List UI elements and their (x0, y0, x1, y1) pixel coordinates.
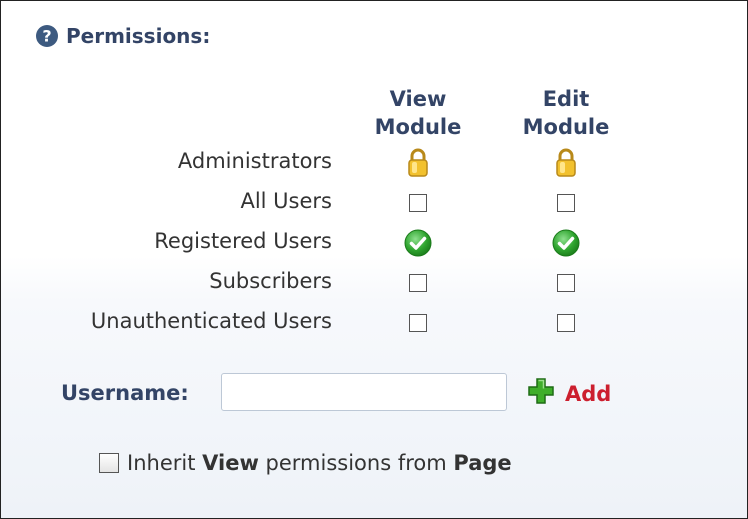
column-header-line: Module (522, 115, 610, 139)
view-permission-cell[interactable] (402, 187, 434, 219)
inherit-permissions-row: Inherit View permissions from Page (99, 451, 512, 475)
username-label: Username: (61, 381, 189, 405)
svg-text:?: ? (42, 27, 51, 46)
add-button[interactable]: Add (527, 373, 611, 409)
edit-permission-cell[interactable] (550, 187, 582, 219)
column-header-line: View (389, 87, 447, 111)
view-permission-cell[interactable] (402, 307, 434, 339)
section-title-text: Permissions: (66, 24, 211, 48)
view-permission-cell[interactable] (402, 267, 434, 299)
lock-icon (550, 147, 582, 179)
inherit-text-prefix: Inherit (127, 451, 203, 475)
inherit-text-view: View (202, 451, 259, 475)
edit-permission-checkbox[interactable] (557, 194, 575, 212)
role-row-all-users: All Users (1, 187, 741, 219)
role-row-unauthenticated-users: Unauthenticated Users (1, 307, 741, 339)
view-permission-checkbox[interactable] (409, 314, 427, 332)
column-header-line: Edit (542, 87, 590, 111)
role-label: Subscribers (209, 269, 332, 293)
green-plus-icon[interactable] (527, 377, 555, 405)
inherit-permissions-label[interactable]: Inherit View permissions from Page (127, 451, 512, 475)
role-row-administrators: Administrators (1, 147, 741, 179)
column-header-edit-module: Edit Module (506, 85, 626, 141)
edit-permission-checkbox[interactable] (557, 314, 575, 332)
edit-permission-checkbox[interactable] (557, 274, 575, 292)
role-label: Administrators (177, 149, 332, 173)
edit-permission-cell[interactable] (550, 267, 582, 299)
section-title: ? Permissions: (35, 23, 210, 49)
role-row-subscribers: Subscribers (1, 267, 741, 299)
column-header-view-module: View Module (358, 85, 478, 141)
lock-icon (402, 147, 434, 179)
edit-permission-cell[interactable] (550, 307, 582, 339)
view-permission-checkbox[interactable] (409, 194, 427, 212)
role-label: Registered Users (154, 229, 332, 253)
granted-check-icon[interactable] (402, 227, 434, 259)
role-label: All Users (240, 189, 332, 213)
permissions-panel: ? Permissions: View Module Edit Module A… (0, 0, 748, 519)
add-link[interactable]: Add (565, 382, 611, 406)
inherit-text-page: Page (453, 451, 512, 475)
view-permission-checkbox[interactable] (409, 274, 427, 292)
granted-check-icon[interactable] (550, 227, 582, 259)
role-row-registered-users: Registered Users (1, 227, 741, 259)
role-label: Unauthenticated Users (90, 309, 332, 333)
inherit-text-middle: permissions from (258, 451, 454, 475)
help-icon[interactable]: ? (35, 24, 59, 48)
column-header-line: Module (374, 115, 462, 139)
inherit-permissions-checkbox[interactable] (99, 453, 119, 473)
username-input[interactable] (221, 373, 507, 411)
